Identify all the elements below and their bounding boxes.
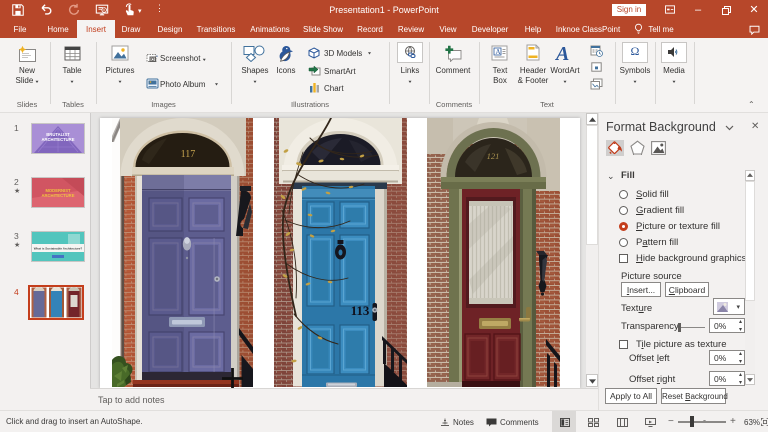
svg-text:A: A: [554, 44, 569, 62]
svg-text:ARCHITECTURE: ARCHITECTURE: [41, 193, 74, 198]
svg-text:113: 113: [351, 303, 370, 318]
svg-text:117: 117: [181, 149, 196, 160]
svg-text:What is Sustainable Architectu: What is Sustainable Architecture?: [34, 246, 83, 250]
svg-text:121: 121: [486, 151, 499, 161]
svg-text:A: A: [496, 48, 501, 56]
svg-text:ARCHITECTURE: ARCHITECTURE: [41, 137, 74, 142]
